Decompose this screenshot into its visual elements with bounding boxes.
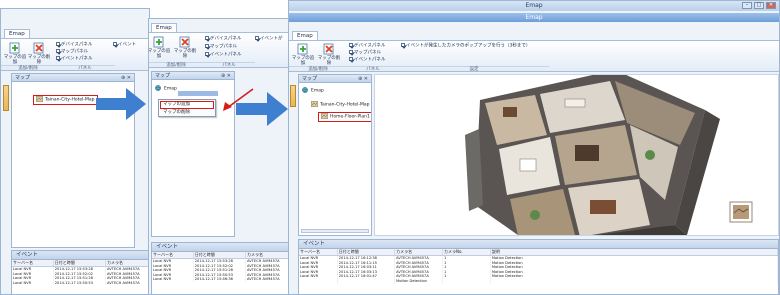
table-row[interactable]: Local NVR 2014-12-17 15:46:36 AVTECH AVM45… bbox=[152, 277, 289, 282]
step-arrow-icon bbox=[96, 88, 146, 120]
add-map-icon bbox=[153, 36, 164, 48]
globe-icon bbox=[302, 87, 308, 93]
table-row[interactable]: Motion Detection bbox=[299, 278, 778, 284]
group-panel: パネル bbox=[347, 66, 399, 73]
tree-node-emap[interactable]: Emap bbox=[155, 85, 177, 93]
tree-node-home-floor-plan[interactable]: Home-Floor-Plan1 bbox=[318, 112, 371, 122]
device-panel-checkbox[interactable]: デバイスパネル bbox=[349, 43, 385, 50]
add-map-icon bbox=[297, 43, 308, 55]
ribbon: マップの追加 マップの削除 デバイスパネル マップパネル イベントパネル イベン… bbox=[148, 32, 289, 69]
tab-emap[interactable]: Emap bbox=[292, 31, 318, 40]
ribbon: マップの追加 マップの削除 デバイスパネル マップパネル イベントパネル イベン… bbox=[1, 38, 149, 72]
screen3-window: Emap – □ ✕ Emap Emap マップの追加 マップの削除 デバイスパ… bbox=[288, 0, 780, 295]
tab-emap[interactable]: Emap bbox=[151, 23, 177, 32]
add-map-button[interactable]: マップの追加 bbox=[3, 42, 27, 65]
delete-map-label: マップの削除 bbox=[27, 55, 51, 65]
delete-map-icon bbox=[323, 43, 334, 55]
tree-node-hotel-map[interactable]: Tainan-City-Hotel-Map bbox=[33, 95, 98, 105]
window-title: Emap bbox=[525, 2, 543, 9]
event-panel: イベント サーバー名 日付と時間 カメラ名 Local NVR 2014-12-1… bbox=[11, 250, 149, 294]
maximize-button[interactable]: □ bbox=[754, 2, 764, 9]
group-panel: パネル bbox=[55, 65, 115, 72]
map-panel-checkbox[interactable]: マップパネル bbox=[56, 49, 88, 56]
add-map-icon bbox=[9, 42, 20, 54]
map-thumbnail-icon bbox=[36, 96, 43, 102]
map-panel-header: マップ ⊕ ✕ bbox=[152, 72, 234, 80]
panel-pin-close-icon[interactable]: ⊕ ✕ bbox=[221, 72, 231, 80]
floor-plan-image bbox=[465, 75, 753, 235]
globe-icon bbox=[155, 85, 161, 91]
table-row[interactable]: Local NVR 2014-12-17 15:50:53 AVTECH AVM45… bbox=[12, 280, 149, 286]
event-panel: イベント サーバー名 日付と時間 カメラ名 Local NVR 2014-12-1… bbox=[151, 242, 289, 294]
horizontal-scrollbar[interactable] bbox=[301, 229, 369, 233]
event-popup-checkbox[interactable]: イベントが bbox=[255, 36, 283, 43]
map-panel: マップ ⊕ ✕ Emap Tainan-City-Hotel-Map Home-F… bbox=[298, 74, 372, 236]
map-thumbnail-icon bbox=[311, 101, 318, 107]
menu-item-delete-map[interactable]: マップの削除 bbox=[163, 110, 190, 116]
event-popup-checkbox[interactable]: イベント bbox=[113, 42, 136, 49]
add-map-label: マップの追加 bbox=[291, 56, 315, 66]
group-add-delete: 追加/削除 bbox=[289, 66, 347, 73]
side-panel-tab[interactable] bbox=[3, 85, 9, 111]
window-title-bar: Emap – □ ✕ bbox=[289, 1, 779, 11]
map-panel-header: マップ ⊕ ✕ bbox=[299, 75, 371, 83]
device-panel-checkbox[interactable]: デバイスパネル bbox=[205, 36, 241, 43]
step-arrow-icon bbox=[236, 92, 288, 126]
screen2-window: Emap マップの追加 マップの削除 デバイスパネル マップパネル イベントパネ… bbox=[148, 18, 290, 295]
window-controls: – □ ✕ bbox=[742, 2, 776, 10]
screen1-window: Emap マップの追加 マップの削除 デバイスパネル マップパネル イベントパネ… bbox=[0, 8, 150, 295]
panel-pin-close-icon[interactable]: ⊕ ✕ bbox=[121, 74, 131, 82]
add-map-label: マップの追加 bbox=[148, 49, 171, 59]
event-table: サーバー名 日付と時間 カメラ名 Local NVR 2014-12-17 15:… bbox=[152, 252, 289, 282]
delete-map-button[interactable]: マップの削除 bbox=[173, 36, 197, 59]
selected-node-bar bbox=[178, 91, 218, 96]
event-table: サーバー名 日付と時間 カメラ名 Local NVR 2014-12-17 15:… bbox=[12, 260, 149, 286]
delete-map-icon bbox=[179, 36, 190, 48]
minimize-button[interactable]: – bbox=[742, 2, 752, 9]
map-thumbnail-icon bbox=[321, 113, 328, 119]
group-panel: パネル bbox=[203, 62, 255, 69]
tree-node-hotel-map[interactable]: Tainan-City-Hotel-Map bbox=[311, 101, 370, 109]
menu-item-add-map[interactable]: マップの追加 bbox=[160, 101, 214, 109]
delete-map-button[interactable]: マップの削除 bbox=[27, 42, 51, 65]
close-button[interactable]: ✕ bbox=[766, 2, 776, 9]
event-panel-checkbox[interactable]: イベントパネル bbox=[205, 52, 242, 59]
add-map-label: マップの追加 bbox=[3, 55, 27, 65]
delete-map-label: マップの削除 bbox=[173, 49, 197, 59]
emap-sub-title: Emap bbox=[289, 13, 779, 22]
event-popup-checkbox[interactable]: イベントが発生したカメラのポップアップを行う（3秒まで） bbox=[401, 43, 530, 50]
map-panel-checkbox[interactable]: マップパネル bbox=[349, 50, 381, 57]
device-panel-checkbox[interactable]: デバイスパネル bbox=[56, 42, 92, 49]
delete-map-label: マップの削除 bbox=[317, 56, 341, 66]
group-settings: 設定 bbox=[399, 66, 549, 73]
event-panel-title: イベント bbox=[152, 243, 289, 252]
event-table: サーバー名 日付と時間 カメラ名 カメラNo. 説明 Local NVR 2014… bbox=[299, 249, 778, 284]
group-add-delete: 追加/削除 bbox=[1, 65, 55, 72]
map-canvas[interactable] bbox=[374, 74, 779, 236]
event-panel: イベント サーバー名 日付と時間 カメラ名 カメラNo. 説明 Local NV… bbox=[298, 239, 779, 294]
side-panel-tab[interactable] bbox=[290, 85, 296, 107]
map-panel-header: マップ ⊕ ✕ bbox=[12, 74, 134, 82]
map-panel-checkbox[interactable]: マップパネル bbox=[205, 44, 237, 51]
tab-emap[interactable]: Emap bbox=[4, 29, 30, 38]
event-panel-title: イベント bbox=[299, 240, 778, 249]
add-map-button[interactable]: マップの追加 bbox=[148, 36, 171, 59]
tree-node-emap[interactable]: Emap bbox=[302, 87, 324, 95]
add-map-button[interactable]: マップの追加 bbox=[291, 43, 315, 66]
event-panel-checkbox[interactable]: イベントパネル bbox=[56, 56, 93, 63]
context-menu: マップの追加 マップの削除 bbox=[158, 99, 216, 117]
event-panel-title: イベント bbox=[12, 251, 149, 260]
panel-pin-close-icon[interactable]: ⊕ ✕ bbox=[358, 75, 368, 83]
group-add-delete: 追加/削除 bbox=[149, 62, 203, 69]
ribbon: マップの追加 マップの削除 デバイスパネル マップパネル イベントパネル イベン… bbox=[289, 40, 779, 73]
delete-map-button[interactable]: マップの削除 bbox=[317, 43, 341, 66]
event-panel-checkbox[interactable]: イベントパネル bbox=[349, 57, 386, 64]
delete-map-icon bbox=[33, 42, 44, 54]
